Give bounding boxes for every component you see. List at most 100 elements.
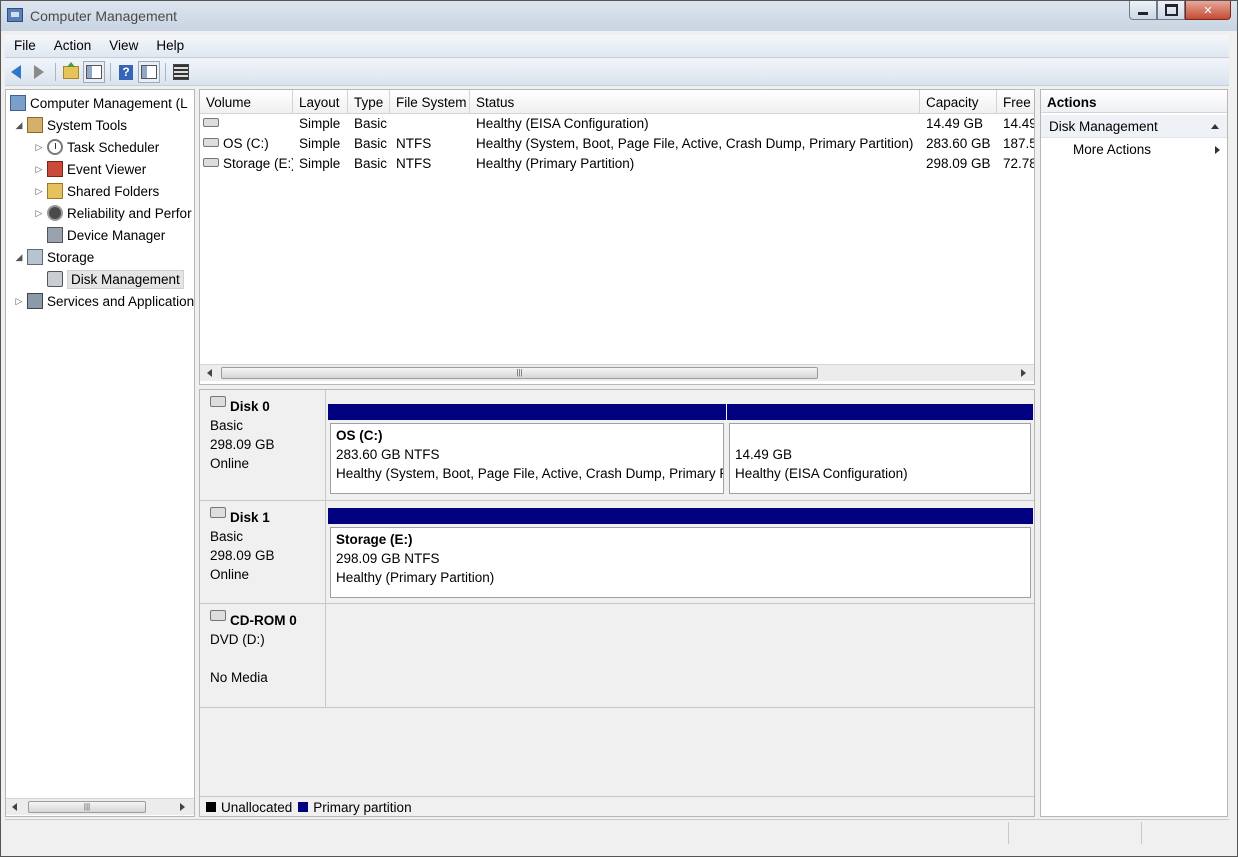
expand-arrow-icon[interactable]: ▷ (34, 164, 44, 175)
tree-item-label: Task Scheduler (67, 139, 160, 155)
partition-status: Healthy (Primary Partition) (336, 570, 495, 585)
cell-layout: Simple (299, 156, 341, 171)
legend-item-primary-partition: Primary partition (298, 799, 412, 815)
volume-name: OS (C:) (223, 136, 269, 151)
actions-pane: Actions Disk Management More Actions (1040, 89, 1228, 817)
tree-item-task-scheduler[interactable]: ▷ Task Scheduler (34, 136, 159, 158)
scrollbar-thumb[interactable]: ||| (28, 801, 146, 813)
close-icon: ✕ (1203, 4, 1213, 17)
disk-icon (210, 507, 226, 518)
scrollbar-thumb[interactable]: ||| (221, 367, 818, 379)
tree-item-label: Shared Folders (67, 183, 160, 199)
forward-arrow-icon (34, 65, 44, 79)
event-viewer-icon (47, 161, 63, 177)
table-row[interactable]: OS (C:) Simple Basic NTFS Healthy (Syste… (200, 134, 1034, 154)
device-manager-icon (47, 227, 63, 243)
partition-status: Healthy (EISA Configuration) (735, 466, 908, 481)
computer-management-icon (10, 95, 26, 111)
disk-info[interactable]: CD-ROM 0 DVD (D:) No Media (200, 604, 326, 707)
scroll-left-icon[interactable] (207, 369, 212, 377)
cd-rom-empty-area (326, 604, 1034, 707)
cell-volume: OS (C:) (203, 134, 293, 154)
up-one-level-button[interactable] (60, 61, 82, 83)
table-row[interactable]: Storage (E:) Simple Basic NTFS Healthy (… (200, 154, 1034, 174)
tree-item-disk-management[interactable]: Disk Management (34, 268, 184, 290)
actions-section-disk-management[interactable]: Disk Management (1041, 115, 1227, 138)
help-button[interactable]: ? (115, 61, 137, 83)
volume-icon (203, 158, 219, 167)
column-header-free-space[interactable]: Free S (997, 90, 1034, 113)
help-icon: ? (119, 64, 133, 80)
menu-file[interactable]: File (5, 35, 45, 57)
menu-view[interactable]: View (100, 35, 147, 57)
column-header-type[interactable]: Type (348, 90, 390, 113)
cell-volume: Storage (E:) (203, 154, 293, 174)
cd-rom-icon (210, 610, 226, 621)
column-header-file-system[interactable]: File System (390, 90, 470, 113)
back-button[interactable] (5, 61, 27, 83)
show-hide-console-tree-button[interactable] (83, 61, 105, 83)
scroll-right-icon[interactable] (180, 803, 185, 811)
partition-title (735, 426, 1030, 445)
column-header-capacity[interactable]: Capacity (920, 90, 997, 113)
cell-capacity: 283.60 GB (926, 136, 991, 151)
legend-swatch (206, 802, 216, 812)
forward-button[interactable] (28, 61, 50, 83)
partition-os-c[interactable]: OS (C:) 283.60 GB NTFS Healthy (System, … (328, 404, 726, 494)
disk-info[interactable]: Disk 1 Basic 298.09 GB Online (200, 501, 326, 603)
tree-item-label: Device Manager (67, 227, 166, 243)
partition-details: OS (C:) 283.60 GB NTFS Healthy (System, … (330, 423, 724, 494)
partition-title: OS (C:) (336, 428, 383, 443)
collapse-up-icon[interactable] (1211, 124, 1219, 129)
tree-item-device-manager[interactable]: Device Manager (34, 224, 165, 246)
menu-help[interactable]: Help (147, 35, 193, 57)
tree-item-label: Storage (47, 249, 95, 265)
collapse-arrow-icon[interactable]: ◢ (14, 252, 24, 263)
maximize-button[interactable] (1157, 1, 1185, 20)
services-icon (27, 293, 43, 309)
title-bar[interactable]: Computer Management ✕ (1, 1, 1237, 31)
table-row[interactable]: Simple Basic Healthy (EISA Configuration… (200, 114, 1034, 134)
partition-storage-e[interactable]: Storage (E:) 298.09 GB NTFS Healthy (Pri… (328, 508, 1033, 598)
legend-label: Primary partition (313, 799, 412, 815)
scroll-right-icon[interactable] (1021, 369, 1026, 377)
maximize-icon (1164, 4, 1178, 16)
tree-item-services-and-applications[interactable]: ▷ Services and Application (14, 290, 194, 312)
collapse-arrow-icon[interactable]: ◢ (14, 120, 24, 131)
computer-management-app-icon (7, 8, 23, 22)
expand-arrow-icon[interactable]: ▷ (14, 296, 24, 307)
disk-size: 298.09 GB (210, 437, 275, 452)
toolbar-separator (165, 63, 166, 81)
volume-list-horizontal-scrollbar[interactable]: ||| (200, 364, 1034, 381)
legend-swatch (298, 802, 309, 812)
column-header-volume[interactable]: Volume (200, 90, 293, 113)
legend-item-unallocated: Unallocated (206, 800, 292, 815)
tree-item-reliability-and-performance[interactable]: ▷ Reliability and Perfor (34, 202, 192, 224)
primary-partition-bar (328, 508, 1033, 524)
up-folder-icon (63, 61, 79, 79)
disk-info[interactable]: Disk 0 Basic 298.09 GB Online (200, 390, 326, 500)
storage-icon (27, 249, 43, 265)
tree-item-shared-folders[interactable]: ▷ Shared Folders (34, 180, 159, 202)
tree-item-storage[interactable]: ◢ Storage (14, 246, 94, 268)
tree-item-event-viewer[interactable]: ▷ Event Viewer (34, 158, 146, 180)
minimize-icon (1138, 11, 1148, 15)
properties-button[interactable] (170, 61, 192, 83)
close-button[interactable]: ✕ (1185, 1, 1231, 20)
expand-arrow-icon[interactable]: ▷ (34, 186, 44, 197)
column-header-layout[interactable]: Layout (293, 90, 348, 113)
cell-status: Healthy (System, Boot, Page File, Active… (476, 136, 914, 151)
expand-arrow-icon[interactable]: ▷ (34, 208, 44, 219)
disk-size (210, 649, 325, 668)
tree-horizontal-scrollbar[interactable]: ||| (6, 798, 194, 815)
tree-item-system-tools[interactable]: ◢ System Tools (14, 114, 127, 136)
action-more-actions[interactable]: More Actions (1041, 138, 1227, 162)
scroll-left-icon[interactable] (12, 803, 17, 811)
menu-action[interactable]: Action (45, 35, 101, 57)
show-hide-action-pane-button[interactable] (138, 61, 160, 83)
partition-eisa-configuration[interactable]: 14.49 GB Healthy (EISA Configuration) (727, 404, 1033, 494)
expand-arrow-icon[interactable]: ▷ (34, 142, 44, 153)
column-header-status[interactable]: Status (470, 90, 920, 113)
minimize-button[interactable] (1129, 1, 1157, 20)
tree-item-computer-management[interactable]: Computer Management (L (10, 92, 188, 114)
